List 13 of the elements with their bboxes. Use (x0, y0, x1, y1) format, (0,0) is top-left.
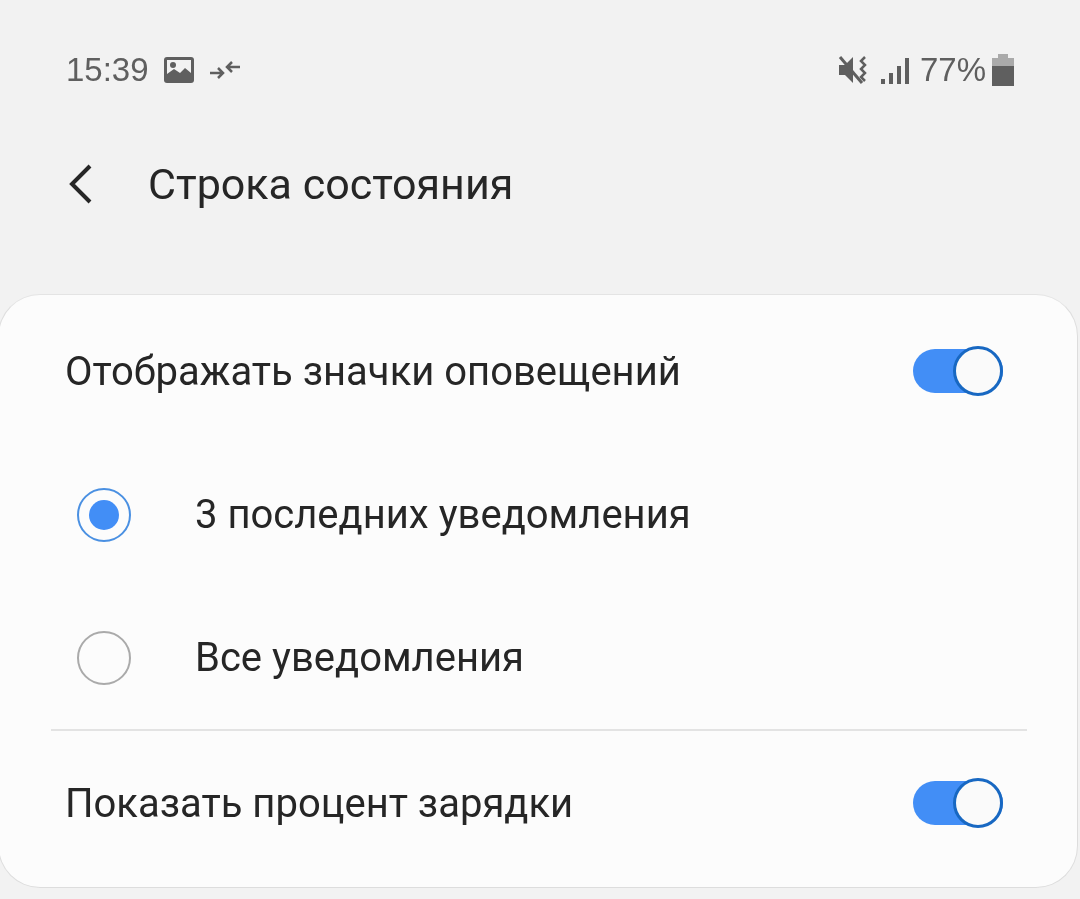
battery-percent: 77% (919, 51, 986, 89)
option-label: Все уведомления (195, 634, 526, 681)
setting-label: Отображать значки оповещений (65, 347, 682, 395)
battery-icon (992, 54, 1014, 86)
status-time: 15:39 (66, 51, 149, 89)
screen-title: Строка состояния (148, 159, 514, 209)
setting-label: Показать процент зарядки (65, 779, 575, 827)
radio-button[interactable] (77, 630, 131, 685)
image-icon (162, 56, 195, 84)
radio-button[interactable] (77, 487, 131, 542)
option-label: 3 последних уведомления (195, 491, 692, 538)
signal-icon (879, 55, 910, 85)
arrows-icon (208, 60, 241, 80)
